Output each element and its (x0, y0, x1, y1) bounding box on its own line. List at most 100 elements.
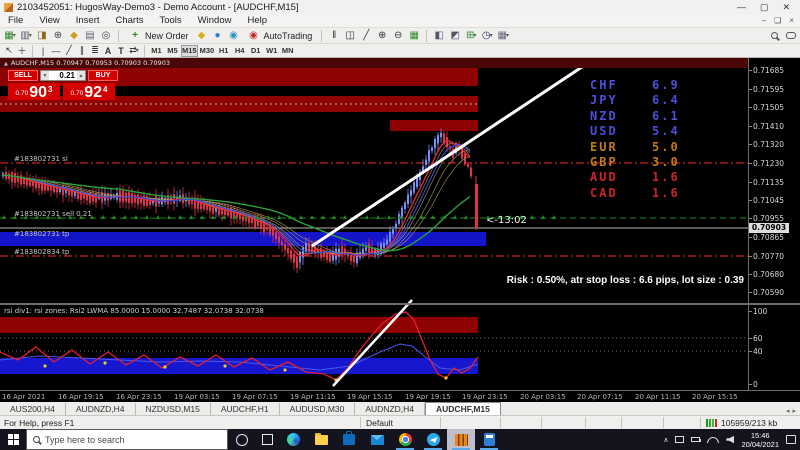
pane-separator[interactable] (0, 303, 800, 305)
chart-shift-icon[interactable]: ◨ (35, 29, 49, 42)
auto-scroll-icon[interactable]: ⊕ (51, 29, 65, 42)
chart-tab-audusd-m30[interactable]: AUDUSD,M30 (280, 403, 356, 415)
chart-tab-nzdusd-m15[interactable]: NZDUSD,M15 (136, 403, 211, 415)
timeframe-h4[interactable]: H4 (232, 45, 247, 57)
text-icon[interactable]: A (102, 45, 114, 57)
taskbar-app-edge[interactable] (279, 429, 307, 450)
tray-speaker-icon[interactable] (726, 435, 735, 444)
fibonacci-icon[interactable]: ≣ (89, 45, 101, 57)
status-profile[interactable]: Default (360, 417, 440, 428)
buy-button[interactable]: BUY (88, 70, 118, 81)
tray-battery-icon[interactable] (691, 437, 702, 442)
timeframe-h1[interactable]: H1 (216, 45, 231, 57)
menu-help[interactable]: Help (239, 15, 275, 26)
start-button[interactable] (0, 429, 26, 450)
periods-icon[interactable]: ◷ ▾ (480, 29, 494, 42)
taskbar-app-mail[interactable] (363, 429, 391, 450)
template-menu-icon[interactable]: ▦ ▾ (496, 29, 510, 42)
child-close-button[interactable]: × (789, 16, 794, 25)
taskbar-search-input[interactable]: Type here to search (26, 429, 228, 450)
arrange-vertical-icon[interactable]: ◩ (448, 29, 462, 42)
time-axis[interactable]: 16 Apr 2021 16 Apr 19:15 16 Apr 23:15 19 Ap… (0, 390, 800, 402)
chat-icon[interactable] (786, 32, 796, 39)
timeframe-m5[interactable]: M5 (165, 45, 180, 57)
tray-expand-icon[interactable]: ∧ (663, 436, 668, 444)
lot-size-stepper[interactable]: ▼ 0.21 ▲ (40, 70, 86, 81)
menu-file[interactable]: File (0, 15, 31, 26)
taskbar-app-mt4[interactable] (447, 429, 475, 450)
taskbar-app-telegram[interactable] (419, 429, 447, 450)
lot-increase-icon[interactable]: ▲ (77, 71, 85, 80)
new-order-button[interactable]: + New Order (124, 29, 193, 43)
templates-icon[interactable]: ◆ (67, 29, 81, 42)
close-button[interactable]: ✕ (782, 2, 790, 13)
symbol-search-icon[interactable]: ◎ (99, 29, 113, 42)
market-icon[interactable]: ● (211, 29, 225, 42)
tile-windows-icon[interactable]: ▦ (407, 29, 421, 42)
arrows-tool-icon[interactable]: ⇄ ▾ (128, 45, 140, 57)
zoom-out-icon[interactable]: ⊖ (391, 29, 405, 42)
bar-chart-icon[interactable]: ‖ (327, 29, 341, 42)
cortana-icon[interactable] (236, 433, 248, 446)
horizontal-line-icon[interactable]: — (50, 45, 62, 57)
cursor-icon[interactable]: ↖ (3, 45, 15, 57)
sell-button[interactable]: SELL (8, 70, 38, 81)
arrange-horizontal-icon[interactable]: ◧ (432, 29, 446, 42)
menu-view[interactable]: View (31, 15, 67, 26)
zoom-in-icon[interactable]: ⊕ (375, 29, 389, 42)
price-axis-label: 40 (749, 347, 763, 356)
chart-tab-audchf-h1[interactable]: AUDCHF,H1 (211, 403, 280, 415)
window-grid-icon[interactable]: ▤ (83, 29, 97, 42)
taskbar-app-explorer[interactable] (307, 429, 335, 450)
taskbar-app-store[interactable] (335, 429, 363, 450)
new-chart-icon[interactable]: ▦ ▾ (3, 29, 17, 42)
autotrading-button[interactable]: ◉ AutoTrading (243, 29, 317, 43)
search-icon[interactable] (771, 32, 778, 39)
child-minimize-button[interactable]: – (762, 16, 766, 25)
menu-charts[interactable]: Charts (108, 15, 152, 26)
price-chart[interactable] (0, 58, 800, 390)
profiles-icon[interactable]: ▥ ▾ (19, 29, 33, 42)
line-chart-icon[interactable]: ╱ (359, 29, 373, 42)
trendline-icon[interactable]: ╱ (63, 45, 75, 57)
timeframe-m30[interactable]: M30 (199, 45, 216, 57)
taskbar-app-chrome[interactable] (391, 429, 419, 450)
task-view-icon[interactable] (262, 434, 273, 445)
community-icon[interactable]: ◉ (227, 29, 241, 42)
taskbar-clock[interactable]: 15:46 20/04/2021 (741, 431, 779, 449)
chart-tab-audnzd-h4[interactable]: AUDNZD,H4 (355, 403, 426, 415)
menu-window[interactable]: Window (190, 15, 240, 26)
menu-tools[interactable]: Tools (151, 15, 189, 26)
channel-icon[interactable]: ∥ (76, 45, 88, 57)
taskbar-app-calculator[interactable] (475, 429, 503, 450)
chart-tab-aus200-h4[interactable]: AUS200,H4 (0, 403, 66, 415)
timeframe-mn[interactable]: MN (280, 45, 295, 57)
tray-wifi-icon[interactable] (707, 437, 719, 443)
price-axis[interactable]: 0.71685 0.71595 0.71505 0.71410 0.71320 0.712… (748, 58, 800, 390)
text-label-icon[interactable]: T (115, 45, 127, 57)
buy-price[interactable]: 0.70 92 4 (63, 83, 115, 101)
timeframe-m1[interactable]: M1 (149, 45, 164, 57)
chart-tab-audnzd-h4[interactable]: AUDNZD,H4 (66, 403, 136, 415)
menu-insert[interactable]: Insert (68, 15, 108, 26)
lot-size-value[interactable]: 0.21 (49, 71, 77, 80)
tab-scroll-left-icon[interactable]: ◂ (786, 407, 790, 415)
sell-price[interactable]: 0.70 90 3 (8, 83, 60, 101)
tray-monitor-icon[interactable] (675, 436, 685, 443)
timeframe-m15[interactable]: M15 (181, 44, 198, 57)
child-restore-button[interactable]: ❏ (774, 16, 781, 25)
candle-chart-icon[interactable]: ◫ (343, 29, 357, 42)
minimize-button[interactable]: — (737, 2, 746, 13)
metaeditor-icon[interactable]: ◆ (195, 29, 209, 42)
chart-tab-audchf-m15[interactable]: AUDCHF,M15 (425, 402, 501, 415)
indicators-icon[interactable]: ⊞ ▾ (464, 29, 478, 42)
collapse-icon[interactable]: ▲ (4, 61, 8, 67)
maximize-button[interactable]: ▢ (760, 2, 769, 13)
timeframe-d1[interactable]: D1 (248, 45, 263, 57)
tab-scroll-right-icon[interactable]: ▸ (792, 407, 796, 415)
action-center-icon[interactable] (786, 435, 796, 444)
crosshair-icon[interactable]: ＋ (16, 45, 28, 57)
vertical-line-icon[interactable]: | (37, 45, 49, 57)
lot-decrease-icon[interactable]: ▼ (41, 71, 49, 80)
timeframe-w1[interactable]: W1 (264, 45, 279, 57)
